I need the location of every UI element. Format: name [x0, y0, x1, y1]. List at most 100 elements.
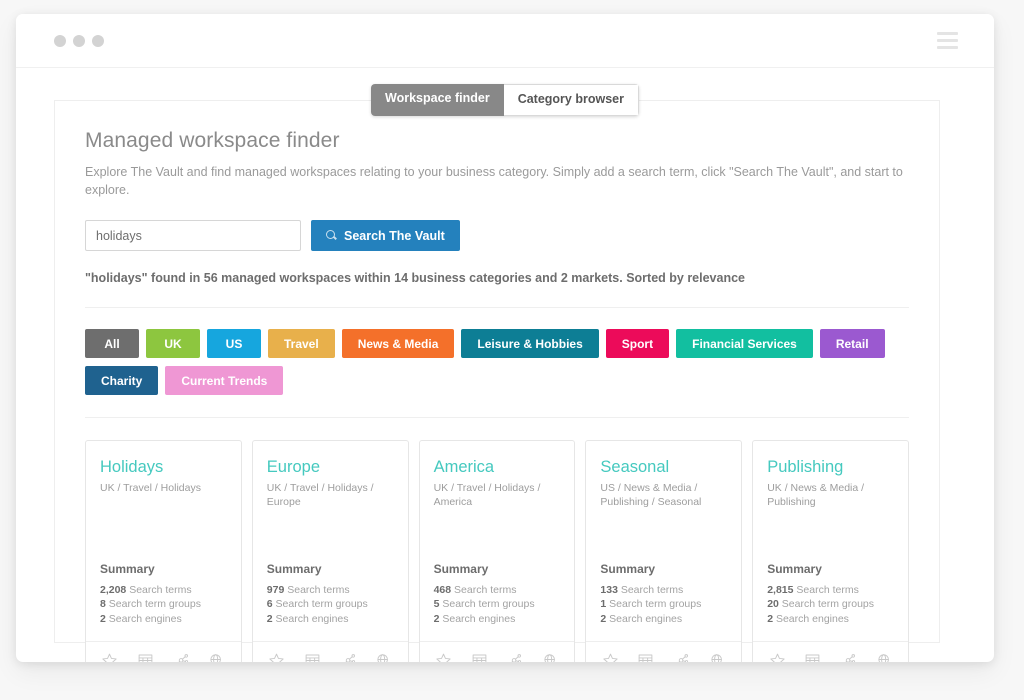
hamburger-line [937, 46, 958, 49]
table-view-icon[interactable] [302, 651, 322, 662]
tab-category-browser[interactable]: Category browser [503, 84, 639, 116]
category-filter-tags: All UK US Travel News & Media Leisure & Hobbi… [85, 329, 909, 419]
workspace-card-summary: Summary 979 Search terms 6 Search term gro… [267, 562, 394, 642]
explore-search-icon[interactable] [207, 651, 227, 662]
filter-tag-retail[interactable]: Retail [819, 329, 885, 359]
summary-stat-value: 2,815 [767, 583, 794, 596]
hamburger-menu-icon[interactable] [937, 32, 958, 49]
table-view-icon[interactable] [803, 651, 823, 662]
explore-search-icon[interactable] [874, 651, 894, 662]
favourite-star-icon[interactable] [433, 651, 453, 662]
favourite-star-icon[interactable] [767, 651, 787, 662]
workspace-card-title[interactable]: America [434, 458, 561, 477]
filter-tag-travel[interactable]: Travel [268, 329, 335, 359]
hamburger-line [937, 32, 958, 35]
network-graph-icon[interactable] [838, 651, 858, 662]
summary-stat-value: 133 [600, 583, 618, 596]
browser-titlebar [16, 14, 994, 68]
tab-workspace-finder[interactable]: Workspace finder [371, 84, 504, 116]
explore-search-icon[interactable] [374, 651, 394, 662]
summary-stat-value: 979 [266, 583, 285, 596]
summary-stat: 979 Search terms [267, 583, 394, 598]
summary-stat: 2,208 Search terms [100, 583, 227, 598]
filter-tag-leisure-hobbies[interactable]: Leisure & Hobbies [461, 329, 599, 359]
summary-stat: 1 Search term groups [600, 597, 727, 612]
hamburger-line [937, 39, 958, 42]
summary-stat: 8 Search term groups [100, 597, 227, 612]
search-icon [326, 230, 337, 241]
search-the-vault-button[interactable]: Search The Vault [311, 220, 460, 252]
summary-stat: 2,815 Search terms [767, 583, 894, 598]
summary-stat: 2 Search engines [600, 612, 727, 627]
summary-stat-label: Search term groups [272, 598, 368, 611]
summary-stat: 2 Search engines [434, 612, 561, 627]
workspace-card-actions [86, 641, 241, 662]
summary-stat: 2 Search engines [100, 612, 227, 627]
workspace-card-breadcrumb: US / News & Media / Publishing / Seasona… [600, 482, 702, 509]
explore-search-icon[interactable] [541, 651, 561, 662]
tab-switcher: Workspace finder Category browser [16, 84, 994, 116]
workspace-card-title[interactable]: Europe [267, 458, 394, 477]
summary-stat-label: Search term groups [105, 598, 201, 611]
summary-stat-label: Search term groups [778, 598, 875, 611]
workspace-card-breadcrumb: UK / Travel / Holidays / Europe [266, 482, 374, 509]
summary-stat-label: Search engines [606, 613, 683, 626]
workspace-card[interactable]: Europe UK / Travel / Holidays / Europe Sum… [251, 440, 409, 662]
filter-tag-uk[interactable]: UK [146, 329, 200, 359]
workspace-card-title[interactable]: Holidays [100, 458, 227, 477]
network-graph-icon[interactable] [505, 651, 525, 662]
table-view-icon[interactable] [136, 651, 156, 662]
table-view-icon[interactable] [469, 651, 489, 662]
workspace-card-summary: Summary 133 Search terms 1 Search term gro… [600, 562, 727, 642]
workspace-card[interactable]: America UK / Travel / Holidays / America S… [418, 440, 576, 662]
summary-stat: 5 Search term groups [434, 597, 561, 612]
network-graph-icon[interactable] [338, 651, 358, 662]
filter-tag-charity[interactable]: Charity [85, 366, 159, 396]
filter-tag-financial-services[interactable]: Financial Services [676, 329, 813, 359]
workspace-card-actions [753, 641, 908, 662]
explore-search-icon[interactable] [707, 651, 727, 662]
workspace-card-body: Europe UK / Travel / Holidays / Europe Sum… [253, 441, 408, 641]
main-content-panel: Managed workspace finder Explore The Vau… [54, 100, 940, 662]
browser-window: Workspace finder Category browser Managed… [16, 14, 994, 662]
workspace-card[interactable]: Publishing UK / News & Media / Publishing… [752, 440, 909, 662]
window-maximize-dot[interactable] [92, 35, 104, 47]
workspace-card[interactable]: Holidays UK / Travel / Holidays Summary 2,2… [85, 440, 242, 662]
search-input[interactable] [85, 220, 301, 252]
workspace-card[interactable]: Seasonal US / News & Media / Publishing /… [585, 440, 743, 662]
summary-stat-value: 2,208 [100, 583, 127, 596]
workspace-card-summary: Summary 468 Search terms 5 Search term gro… [434, 562, 561, 642]
filter-tag-current-trends[interactable]: Current Trends [165, 366, 284, 396]
workspace-card-body: Seasonal US / News & Media / Publishing /… [586, 441, 741, 641]
network-graph-icon[interactable] [171, 651, 191, 662]
filter-tag-all[interactable]: All [85, 329, 139, 359]
summary-stat-label: Search terms [793, 583, 859, 596]
workspace-card-title[interactable]: Publishing [767, 458, 894, 477]
tab-group: Workspace finder Category browser [371, 84, 639, 116]
workspace-card-actions [586, 641, 742, 662]
summary-stat: 468 Search terms [434, 583, 561, 598]
summary-stat-label: Search engines [272, 613, 349, 626]
workspace-card-actions [419, 641, 575, 662]
network-graph-icon[interactable] [672, 651, 692, 662]
filter-tag-news-media[interactable]: News & Media [341, 329, 455, 359]
summary-stat-label: Search terms [451, 583, 517, 596]
summary-stat-label: Search terms [284, 583, 350, 596]
summary-stat-label: Search terms [617, 583, 684, 596]
favourite-star-icon[interactable] [600, 651, 620, 662]
filter-tag-sport[interactable]: Sport [605, 329, 670, 359]
filter-tag-us[interactable]: US [207, 329, 261, 359]
summary-stat-value: 468 [433, 583, 452, 596]
workspace-card-summary: Summary 2,208 Search terms 8 Search term g… [100, 562, 227, 642]
table-view-icon[interactable] [636, 651, 656, 662]
window-close-dot[interactable] [54, 35, 66, 47]
window-minimize-dot[interactable] [73, 35, 85, 47]
page-description: Explore The Vault and find managed works… [85, 165, 903, 198]
summary-stat: 2 Search engines [267, 612, 394, 627]
workspace-card-body: Publishing UK / News & Media / Publishing… [753, 441, 908, 641]
summary-stat-label: Search engines [773, 613, 849, 626]
favourite-star-icon[interactable] [267, 651, 287, 662]
workspace-card-title[interactable]: Seasonal [600, 458, 727, 477]
favourite-star-icon[interactable] [100, 651, 120, 662]
window-controls [54, 35, 104, 47]
